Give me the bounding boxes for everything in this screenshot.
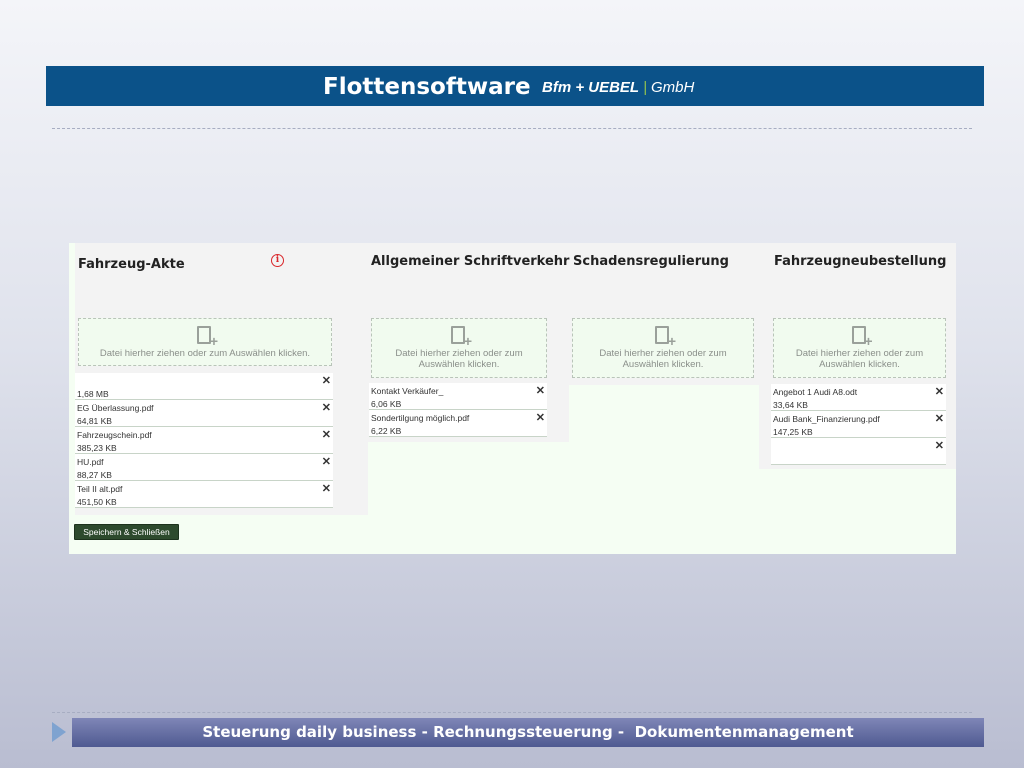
dropzone-schriftverkehr[interactable]: + Datei hierher ziehen oder zum Auswähle…: [371, 318, 547, 378]
bottom-divider: [52, 712, 972, 713]
file-item: Fahrzeugschein.pdf 385,23 KB ✕: [75, 427, 333, 454]
remove-file-icon[interactable]: ✕: [322, 374, 331, 387]
header-company: Bfm + UEBEL | GmbH: [542, 79, 694, 96]
document-manager-screenshot: Fahrzeug-Akte i + Datei hierher ziehen o…: [69, 243, 956, 554]
file-size: 6,22 KB: [371, 426, 402, 436]
file-item: EG Überlassung.pdf 64,81 KB ✕: [75, 400, 333, 427]
company-name-bold: Bfm + UEBEL: [542, 79, 640, 96]
remove-file-icon[interactable]: ✕: [536, 384, 545, 397]
info-icon[interactable]: i: [271, 254, 284, 267]
remove-file-icon[interactable]: ✕: [322, 482, 331, 495]
file-name: Teil II alt.pdf: [77, 484, 123, 494]
file-item: Teil II alt.pdf 451,50 KB ✕: [75, 481, 333, 508]
file-item: ✕: [771, 438, 946, 465]
save-and-close-button[interactable]: Speichern & Schließen: [74, 524, 179, 540]
footer-bar: Steuerung daily business - Rechnungssteu…: [72, 718, 984, 747]
dropzone-fahrzeugneubestellung[interactable]: + Datei hierher ziehen oder zum Auswähle…: [773, 318, 946, 378]
remove-file-icon[interactable]: ✕: [322, 401, 331, 414]
company-separator: |: [643, 79, 648, 96]
play-arrow-icon: [52, 722, 66, 742]
file-size: 385,23 KB: [77, 443, 117, 453]
file-name: EG Überlassung.pdf: [77, 403, 154, 413]
dropzone-text: Datei hierher ziehen oder zum Auswählen …: [99, 348, 311, 359]
add-file-icon: +: [655, 326, 676, 348]
file-name: Angebot 1 Audi A8.odt: [773, 387, 858, 397]
add-file-icon: +: [197, 326, 218, 348]
file-item: Sondertilgung möglich.pdf 6,22 KB ✕: [369, 410, 547, 437]
dropzone-fahrzeug-akte[interactable]: + Datei hierher ziehen oder zum Auswähle…: [78, 318, 332, 366]
column-title-fahrzeugneubestellung: Fahrzeugneubestellung: [774, 254, 947, 269]
dropzone-text: Datei hierher ziehen oder zum Auswählen …: [395, 348, 523, 370]
add-file-icon: +: [451, 326, 472, 348]
remove-file-icon[interactable]: ✕: [935, 412, 944, 425]
file-name: Fahrzeugschein.pdf: [77, 430, 152, 440]
file-size: 451,50 KB: [77, 497, 117, 507]
file-name: Sondertilgung möglich.pdf: [371, 413, 470, 423]
file-size: 6,06 KB: [371, 399, 402, 409]
header-title: Flottensoftware: [323, 74, 531, 100]
remove-file-icon[interactable]: ✕: [935, 385, 944, 398]
add-file-icon: +: [851, 326, 873, 348]
file-size: 147,25 KB: [773, 427, 813, 437]
dropzone-schadensregulierung[interactable]: + Datei hierher ziehen oder zum Auswähle…: [572, 318, 754, 378]
remove-file-icon[interactable]: ✕: [935, 439, 944, 452]
remove-file-icon[interactable]: ✕: [536, 411, 545, 424]
file-item: Kontakt Verkäufer_ 6,06 KB ✕: [369, 383, 547, 410]
file-size: 1,68 MB: [77, 389, 109, 399]
file-size: 64,81 KB: [77, 416, 112, 426]
column-title-schriftverkehr: Allgemeiner Schriftverkehr: [371, 254, 570, 269]
dropzone-text: Datei hierher ziehen oder zum Auswählen …: [795, 348, 924, 370]
column-title-schadensregulierung: Schadensregulierung: [573, 254, 729, 269]
file-size: 88,27 KB: [77, 470, 112, 480]
column-title-fahrzeug-akte: Fahrzeug-Akte: [78, 257, 185, 272]
company-suffix: GmbH: [651, 79, 695, 96]
file-item: HU.pdf 88,27 KB ✕: [75, 454, 333, 481]
file-item: 1,68 MB ✕: [75, 373, 333, 400]
file-item: Angebot 1 Audi A8.odt 33,64 KB ✕: [771, 384, 946, 411]
file-name: Audi Bank_Finanzierung.pdf: [773, 414, 880, 424]
remove-file-icon[interactable]: ✕: [322, 455, 331, 468]
file-name: Kontakt Verkäufer_: [371, 386, 444, 396]
file-item: Audi Bank_Finanzierung.pdf 147,25 KB ✕: [771, 411, 946, 438]
file-name: HU.pdf: [77, 457, 104, 467]
header-bar: Flottensoftware Bfm + UEBEL | GmbH: [46, 66, 984, 106]
dropzone-text: Datei hierher ziehen oder zum Auswählen …: [599, 348, 727, 370]
remove-file-icon[interactable]: ✕: [322, 428, 331, 441]
file-size: 33,64 KB: [773, 400, 808, 410]
top-divider: [52, 128, 972, 129]
